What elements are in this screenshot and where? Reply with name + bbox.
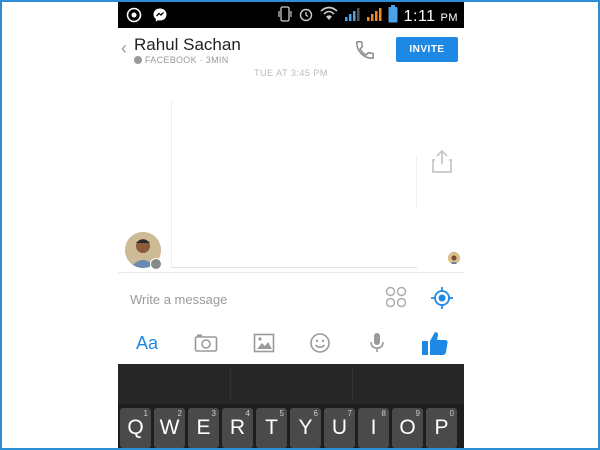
suggestion-divider: [352, 368, 353, 400]
conversation-header: ‹ Rahul Sachan FACEBOOK · 3MIN INVITE: [118, 28, 464, 73]
status-bar: 1:11 PM: [118, 2, 464, 28]
vibrate-icon: [277, 5, 292, 28]
suggestion-divider: [230, 368, 231, 400]
key-number-hint: 7: [347, 409, 352, 418]
key-u[interactable]: 7U: [324, 408, 355, 448]
messenger-icon: [152, 7, 168, 28]
like-thumbs-up-icon[interactable]: [419, 329, 451, 357]
microphone-icon[interactable]: [362, 329, 392, 357]
keyboard-row-top: 1Q2W3E4R5T6Y7U8I9O0P: [120, 408, 457, 448]
key-letter: E: [196, 416, 211, 439]
emoji-icon[interactable]: [305, 329, 335, 357]
key-p[interactable]: 0P: [426, 408, 457, 448]
key-o[interactable]: 9O: [392, 408, 423, 448]
message-timestamp: TUE AT 3:45 PM: [254, 68, 328, 78]
share-icon[interactable]: [430, 148, 454, 179]
location-icon[interactable]: [430, 286, 454, 315]
gallery-icon[interactable]: [249, 329, 279, 357]
key-letter: I: [370, 416, 377, 439]
shared-content-card[interactable]: [171, 100, 417, 268]
phone-screen: 1:11 PM ‹ Rahul Sachan FACEBOOK · 3MIN I…: [118, 2, 464, 448]
seen-avatar: [448, 252, 460, 264]
signal-2-icon: [366, 6, 382, 27]
clock-ampm: PM: [440, 11, 458, 24]
composer-toolbar: Aa: [118, 322, 464, 364]
screenshot-frame: 1:11 PM ‹ Rahul Sachan FACEBOOK · 3MIN I…: [0, 0, 600, 450]
key-letter: O: [399, 416, 416, 439]
whatsapp-icon: [126, 7, 142, 28]
key-number-hint: 0: [449, 409, 454, 418]
back-chevron-icon[interactable]: ‹: [121, 38, 127, 59]
key-letter: T: [265, 416, 278, 439]
signal-icon: [344, 6, 360, 27]
composer: [118, 272, 464, 323]
contact-meta-text: FACEBOOK · 3MIN: [145, 55, 229, 65]
facebook-icon: [134, 56, 142, 64]
key-number-hint: 8: [381, 409, 386, 418]
wifi-icon: [320, 6, 338, 27]
key-number-hint: 5: [279, 409, 284, 418]
clock: 1:11 PM: [404, 8, 458, 26]
key-number-hint: 1: [143, 409, 148, 418]
key-letter: R: [229, 416, 246, 439]
key-t[interactable]: 5T: [256, 408, 287, 448]
key-letter: W: [159, 416, 180, 439]
camera-icon[interactable]: [191, 329, 221, 357]
text-style-button[interactable]: Aa: [132, 329, 162, 357]
onscreen-keyboard: 1Q2W3E4R5T6Y7U8I9O0P: [118, 364, 464, 448]
key-letter: Q: [127, 416, 144, 439]
key-number-hint: 4: [245, 409, 250, 418]
battery-icon: [388, 5, 398, 28]
key-q[interactable]: 1Q: [120, 408, 151, 448]
message-input[interactable]: [128, 287, 372, 311]
key-letter: Y: [298, 416, 313, 439]
keyboard-suggestion-bar[interactable]: [118, 364, 464, 404]
key-number-hint: 9: [415, 409, 420, 418]
phone-call-icon[interactable]: [354, 39, 376, 66]
invite-button[interactable]: INVITE: [396, 37, 458, 62]
card-divider: [416, 157, 417, 207]
key-i[interactable]: 8I: [358, 408, 389, 448]
facebook-badge-icon: [150, 258, 162, 270]
key-r[interactable]: 4R: [222, 408, 253, 448]
key-letter: U: [331, 416, 348, 439]
key-letter: P: [434, 416, 449, 439]
key-w[interactable]: 2W: [154, 408, 185, 448]
alarm-icon: [298, 6, 314, 27]
key-number-hint: 3: [211, 409, 216, 418]
stickers-icon[interactable]: [384, 285, 408, 314]
key-number-hint: 2: [177, 409, 182, 418]
key-number-hint: 6: [313, 409, 318, 418]
clock-time: 1:11: [403, 7, 436, 25]
contact-meta: FACEBOOK · 3MIN: [134, 55, 229, 65]
key-y[interactable]: 6Y: [290, 408, 321, 448]
message-thread[interactable]: TUE AT 3:45 PM: [118, 68, 464, 272]
contact-name: Rahul Sachan: [134, 35, 241, 54]
key-e[interactable]: 3E: [188, 408, 219, 448]
